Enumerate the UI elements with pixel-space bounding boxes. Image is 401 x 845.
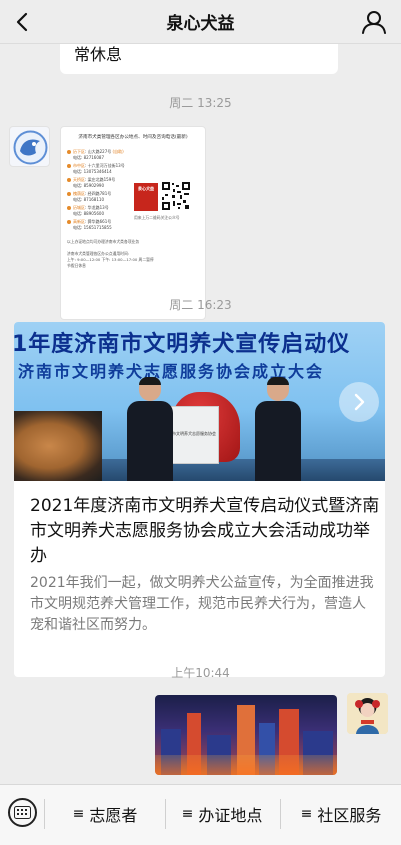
menu-community-service[interactable]: ≡ 社区服务 [281, 801, 401, 827]
menu-label: 志愿者 [89, 806, 138, 825]
profile-icon[interactable] [361, 9, 387, 35]
qr-caption: 用来上万二维码关注公众号 [134, 215, 180, 220]
menu-lines-icon: ≡ [72, 806, 85, 822]
menu-label: 办证地点 [198, 806, 263, 825]
chevron-right-icon [339, 382, 379, 422]
top-bar: 泉心犬益 [0, 0, 401, 44]
menu-office-locations[interactable]: ≡ 办证地点 [166, 801, 278, 827]
poster-foot: 节假日休息 [67, 263, 86, 268]
article-banner-image: 1年度济南市文明养犬宣传启动仪 济南市文明养犬志愿服务协会成立大会 济南市文明养… [14, 322, 385, 481]
timestamp: 上午10:44 [171, 666, 230, 680]
photo-message[interactable] [155, 695, 337, 775]
timestamp: 周二 16:23 [169, 298, 232, 312]
message-bubble[interactable]: 常休息 [60, 44, 338, 74]
avatar[interactable] [9, 126, 50, 167]
poster-note: 以上办证地点均可办理济南市犬类各项业务 [67, 239, 140, 244]
back-icon[interactable] [8, 8, 36, 36]
menu-lines-icon: ≡ [300, 806, 313, 822]
avatar[interactable] [347, 693, 388, 734]
article-title: 2021年度济南市文明养犬宣传启动仪式暨济南市文明养犬志愿服务协会成立大会活动成… [30, 496, 380, 566]
chat-area[interactable]: 常休息 周二 13:25 济南市犬类管理各区办公地点、时间及咨询电话(最新) 历… [0, 44, 401, 784]
dog-image [14, 411, 102, 481]
poster-row-tel: 电话: 13075346414 [73, 169, 112, 174]
bottom-menu-bar: ≡ 志愿者 ≡ 办证地点 ≡ 社区服务 [0, 784, 401, 845]
poster-row: 天桥区: 梁庄北路159号 [67, 177, 115, 182]
person [254, 377, 302, 481]
poster-row-tel: 电话: 85902990 [73, 183, 104, 188]
poster-image-message[interactable]: 济南市犬类管理各区办公地点、时间及咨询电话(最新) 历下区: 山大路227号 (… [60, 126, 206, 320]
menu-volunteer[interactable]: ≡ 志愿者 [46, 801, 164, 827]
poster-row: 槐荫区: 经四路781号 [67, 191, 111, 196]
poster-row: 历城区: 华龙路13号 [67, 205, 109, 210]
qr-code-icon [161, 181, 191, 211]
poster-row-tel: 电话: 88905600 [73, 211, 104, 216]
article-description: 2021年我们一起，做文明养犬公益宣传，为全面推进我市文明规范养犬管理工作，规范… [30, 575, 374, 633]
poster-row: 市中区: 十六里河万佳街13号 [67, 163, 125, 168]
poster-row-tel: 电话: 87168110 [73, 197, 104, 202]
brand-logo: 泉心犬益 [134, 183, 158, 211]
poster-row-tel: 电话: 15651715855 [73, 225, 112, 230]
poster-row-tel: 电话: 82716087 [73, 155, 104, 160]
article-card[interactable]: 1年度济南市文明养犬宣传启动仪 济南市文明养犬志愿服务协会成立大会 济南市文明养… [14, 322, 385, 677]
menu-label: 社区服务 [317, 806, 382, 825]
poster-title: 济南市犬类管理各区办公地点、时间及咨询电话(最新) [78, 135, 188, 140]
banner-line-1: 1年度济南市文明养犬宣传启动仪 [14, 332, 351, 357]
poster-row: 历下区: 山大路227号 (自助) [67, 149, 124, 154]
menu-lines-icon: ≡ [181, 806, 194, 822]
page-title: 泉心犬益 [166, 14, 235, 34]
person [126, 377, 174, 481]
keyboard-icon[interactable] [8, 798, 37, 827]
timestamp: 周二 13:25 [169, 96, 232, 110]
poster-row: 高新区: 舜华路661号 [67, 219, 111, 224]
divider [44, 799, 45, 829]
